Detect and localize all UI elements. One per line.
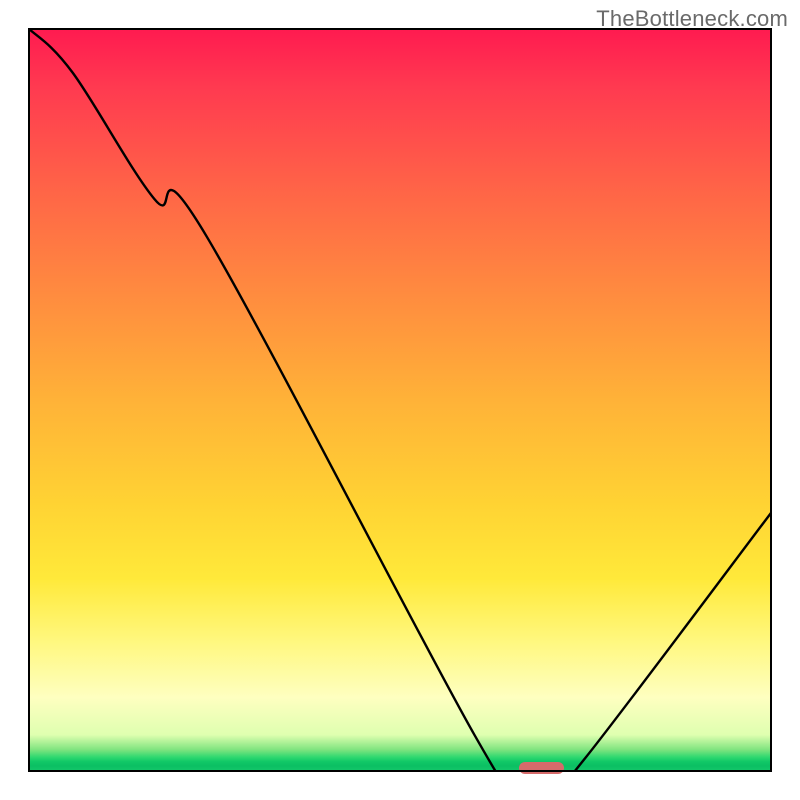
gradient-background [28,28,772,772]
chart-container: TheBottleneck.com [0,0,800,800]
plot-area [28,28,772,772]
